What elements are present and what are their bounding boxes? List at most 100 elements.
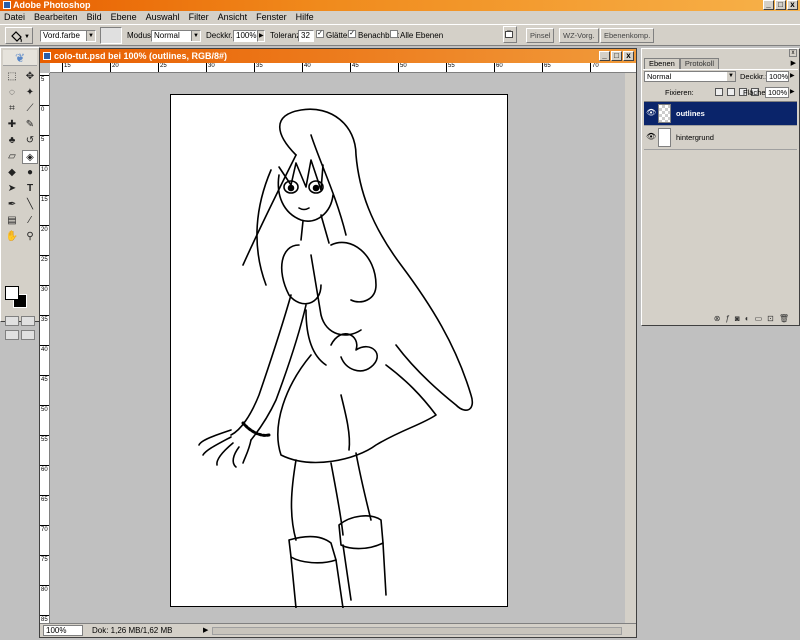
layer-list: 👁 outlines 👁 hintergrund	[644, 101, 797, 313]
delete-layer-icon[interactable]: 🗑	[779, 313, 789, 324]
maximize-button[interactable]: □	[775, 0, 786, 10]
layer-opacity-label: Deckkr.:	[740, 72, 768, 81]
menu-auswahl[interactable]: Auswahl	[146, 11, 180, 24]
file-browser-button[interactable]	[503, 26, 517, 43]
ruler-label: 20	[112, 63, 119, 69]
fill-slider-icon[interactable]: ▶	[790, 88, 795, 95]
ruler-tick	[40, 255, 49, 256]
marquee-tool-icon[interactable]: ⬚	[4, 70, 20, 84]
line-tool-icon[interactable]: ╲	[22, 198, 38, 212]
path-selection-tool-icon[interactable]: ➤	[4, 182, 20, 196]
paint-bucket-tool-icon[interactable]: ◈	[22, 150, 38, 164]
status-menu-arrow-icon[interactable]: ▶	[203, 626, 208, 634]
lock-transparency-icon[interactable]	[715, 88, 723, 96]
new-layer-icon[interactable]: ⊡	[767, 313, 774, 324]
status-bar: 100% Dok: 1,26 MB/1,62 MB ▶	[40, 623, 636, 637]
minimize-button[interactable]: _	[763, 0, 774, 10]
ruler-tick	[446, 63, 447, 72]
magic-wand-tool-icon[interactable]: ✦	[22, 86, 38, 100]
contiguous-checkbox[interactable]: ✓	[348, 30, 356, 38]
opacity-slider-icon[interactable]: ▶	[790, 72, 795, 79]
blend-mode-select[interactable]: Normal ▼	[644, 71, 736, 82]
opacity-slider-toggle[interactable]: ▶	[257, 30, 265, 42]
eraser-tool-icon[interactable]: ▱	[4, 150, 20, 164]
palette-menu-icon[interactable]: ▶	[791, 59, 796, 67]
menu-filter[interactable]: Filter	[189, 11, 209, 24]
ruler-tick	[494, 63, 495, 72]
adjustment-layer-icon[interactable]: ◐	[745, 313, 750, 324]
eyedropper-tool-icon[interactable]: ⁄	[22, 214, 38, 228]
menu-ebene[interactable]: Ebene	[111, 11, 137, 24]
tool-preset-picker[interactable]: ▼	[5, 27, 33, 44]
workspace-background	[641, 328, 800, 640]
layer-thumbnail	[658, 104, 671, 123]
type-tool-icon[interactable]: T	[22, 182, 38, 196]
screen-mode-standard-button[interactable]	[5, 330, 19, 340]
menu-bild[interactable]: Bild	[87, 11, 102, 24]
palette-well-tab-wz-vorg[interactable]: WZ-Vorg.	[559, 28, 599, 43]
antialias-checkbox[interactable]: ✓	[316, 30, 324, 38]
tolerance-value: 32	[301, 31, 310, 40]
doc-maximize-button[interactable]: □	[611, 51, 622, 61]
palette-close-icon[interactable]: x	[789, 49, 797, 57]
blur-tool-icon[interactable]: ◆	[4, 166, 20, 180]
mode-select[interactable]: Normal ▼	[151, 30, 201, 42]
layer-row-outlines[interactable]: 👁 outlines	[644, 102, 797, 126]
tolerance-input[interactable]: 32	[298, 30, 314, 42]
clone-stamp-tool-icon[interactable]: ♣	[4, 134, 20, 148]
ruler-tick	[40, 135, 49, 136]
eye-icon[interactable]: 👁	[646, 109, 656, 117]
menu-datei[interactable]: Datei	[4, 11, 25, 24]
fill-input[interactable]: 100%	[765, 87, 789, 98]
zoom-input[interactable]: 100%	[43, 625, 83, 636]
ruler-label: 55	[41, 437, 48, 443]
lock-pixels-icon[interactable]	[727, 88, 735, 96]
doc-minimize-button[interactable]: _	[599, 51, 610, 61]
crop-tool-icon[interactable]: ⌗	[4, 102, 20, 116]
menu-fenster[interactable]: Fenster	[256, 11, 287, 24]
screen-mode-full-button[interactable]	[21, 330, 35, 340]
feather-logo-icon[interactable]: ❦	[3, 50, 37, 66]
all-layers-checkbox[interactable]	[390, 30, 398, 38]
lasso-tool-icon[interactable]: ◌	[4, 86, 20, 100]
eye-icon[interactable]: 👁	[646, 133, 656, 141]
layer-row-hintergrund[interactable]: 👁 hintergrund	[644, 126, 797, 150]
pattern-picker[interactable]	[100, 27, 122, 44]
layer-mask-icon[interactable]: ◙	[735, 313, 740, 324]
doc-close-button[interactable]: x	[623, 51, 634, 61]
new-group-icon[interactable]: ▭	[755, 313, 763, 324]
foreground-color[interactable]	[5, 286, 19, 300]
quick-mask-button[interactable]	[21, 316, 35, 326]
standard-mode-button[interactable]	[5, 316, 19, 326]
layer-opacity-input[interactable]: 100%	[766, 71, 789, 82]
fill-label: Fläche:	[743, 88, 768, 97]
notes-tool-icon[interactable]: ▤	[4, 214, 20, 228]
tab-ebenen[interactable]: Ebenen	[644, 58, 680, 69]
palette-well-tab-ebenenkomp[interactable]: Ebenenkomp.	[600, 28, 655, 43]
link-layers-icon[interactable]: ⊗	[714, 313, 721, 324]
menu-hilfe[interactable]: Hilfe	[296, 11, 314, 24]
slice-tool-icon[interactable]: ⟋	[22, 102, 38, 116]
healing-brush-tool-icon[interactable]: ✚	[4, 118, 20, 132]
ruler-tick	[40, 405, 49, 406]
horizontal-scrollbar[interactable]	[212, 627, 622, 635]
zoom-tool-icon[interactable]: ⚲	[22, 230, 38, 244]
pen-tool-icon[interactable]: ✒	[4, 198, 20, 212]
canvas[interactable]	[170, 94, 508, 609]
vertical-scrollbar[interactable]	[625, 73, 636, 623]
brush-tool-icon[interactable]: ✎	[22, 118, 38, 132]
move-tool-icon[interactable]: ✥	[22, 70, 38, 84]
toolbox: ❦ ⬚ ✥ ◌ ✦ ⌗ ⟋ ✚ ✎ ♣ ↺ ▱ ◈ ◆ ● ➤ T ✒ ╲ ▤ …	[0, 47, 40, 340]
tab-protokoll[interactable]: Protokoll	[679, 58, 720, 69]
close-button[interactable]: x	[787, 0, 798, 10]
dodge-tool-icon[interactable]: ●	[22, 166, 38, 180]
menu-ansicht[interactable]: Ansicht	[218, 11, 248, 24]
fill-source-select[interactable]: Vord.farbe ▼	[40, 30, 96, 42]
hand-tool-icon[interactable]: ✋	[4, 230, 20, 244]
ruler-tick	[542, 63, 543, 72]
layer-style-icon[interactable]: ƒ	[725, 313, 729, 324]
opacity-input[interactable]: 100%	[233, 30, 257, 42]
palette-well-tab-pinsel[interactable]: Pinsel	[526, 28, 555, 43]
history-brush-tool-icon[interactable]: ↺	[22, 134, 38, 148]
menu-bearbeiten[interactable]: Bearbeiten	[34, 11, 78, 24]
